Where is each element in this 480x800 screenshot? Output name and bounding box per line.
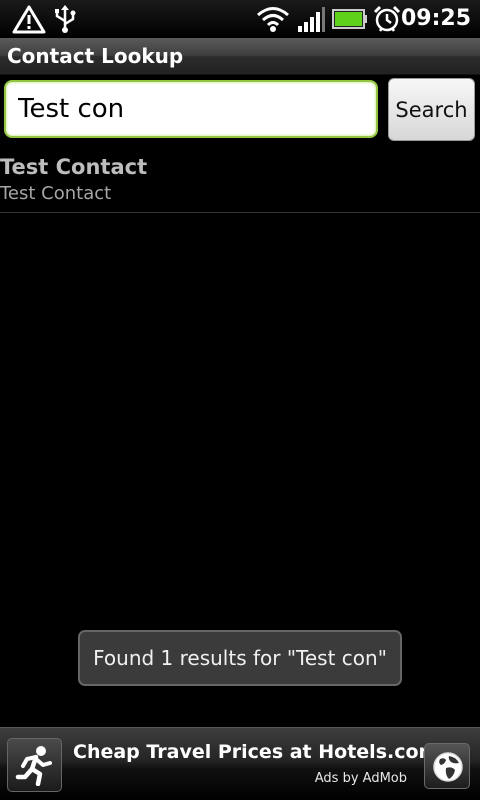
contact-name: Test Contact [0, 155, 148, 179]
battery-icon [332, 4, 368, 38]
running-man-icon [15, 746, 52, 786]
phone-screen: 09:25 Contact Lookup Search Test Contact… [0, 0, 480, 800]
app-title: Contact Lookup [7, 44, 184, 68]
ad-headline[interactable]: Cheap Travel Prices at Hotels.com [73, 739, 438, 765]
ad-banner[interactable]: Cheap Travel Prices at Hotels.com Ads by… [0, 727, 480, 800]
ad-app-icon[interactable] [7, 738, 62, 792]
search-input[interactable] [4, 80, 378, 138]
status-bar: 09:25 [0, 0, 480, 38]
search-button[interactable]: Search [388, 78, 475, 141]
ad-globe-button[interactable] [424, 743, 470, 789]
ad-attribution: Ads by AdMob [314, 771, 407, 786]
results-list: Test Contact Test Contact [0, 148, 480, 213]
alarm-clock-icon [372, 4, 402, 38]
toast-message: Found 1 results for "Test con" [78, 630, 402, 686]
title-bar: Contact Lookup [0, 38, 480, 75]
signal-icon [296, 4, 326, 38]
globe-icon [433, 752, 463, 782]
wifi-icon [256, 4, 290, 38]
status-time: 09:25 [400, 6, 471, 31]
warning-icon [12, 4, 46, 38]
contact-detail: Test Contact [0, 183, 112, 204]
usb-icon [52, 4, 78, 38]
list-item[interactable]: Test Contact Test Contact [0, 148, 480, 213]
